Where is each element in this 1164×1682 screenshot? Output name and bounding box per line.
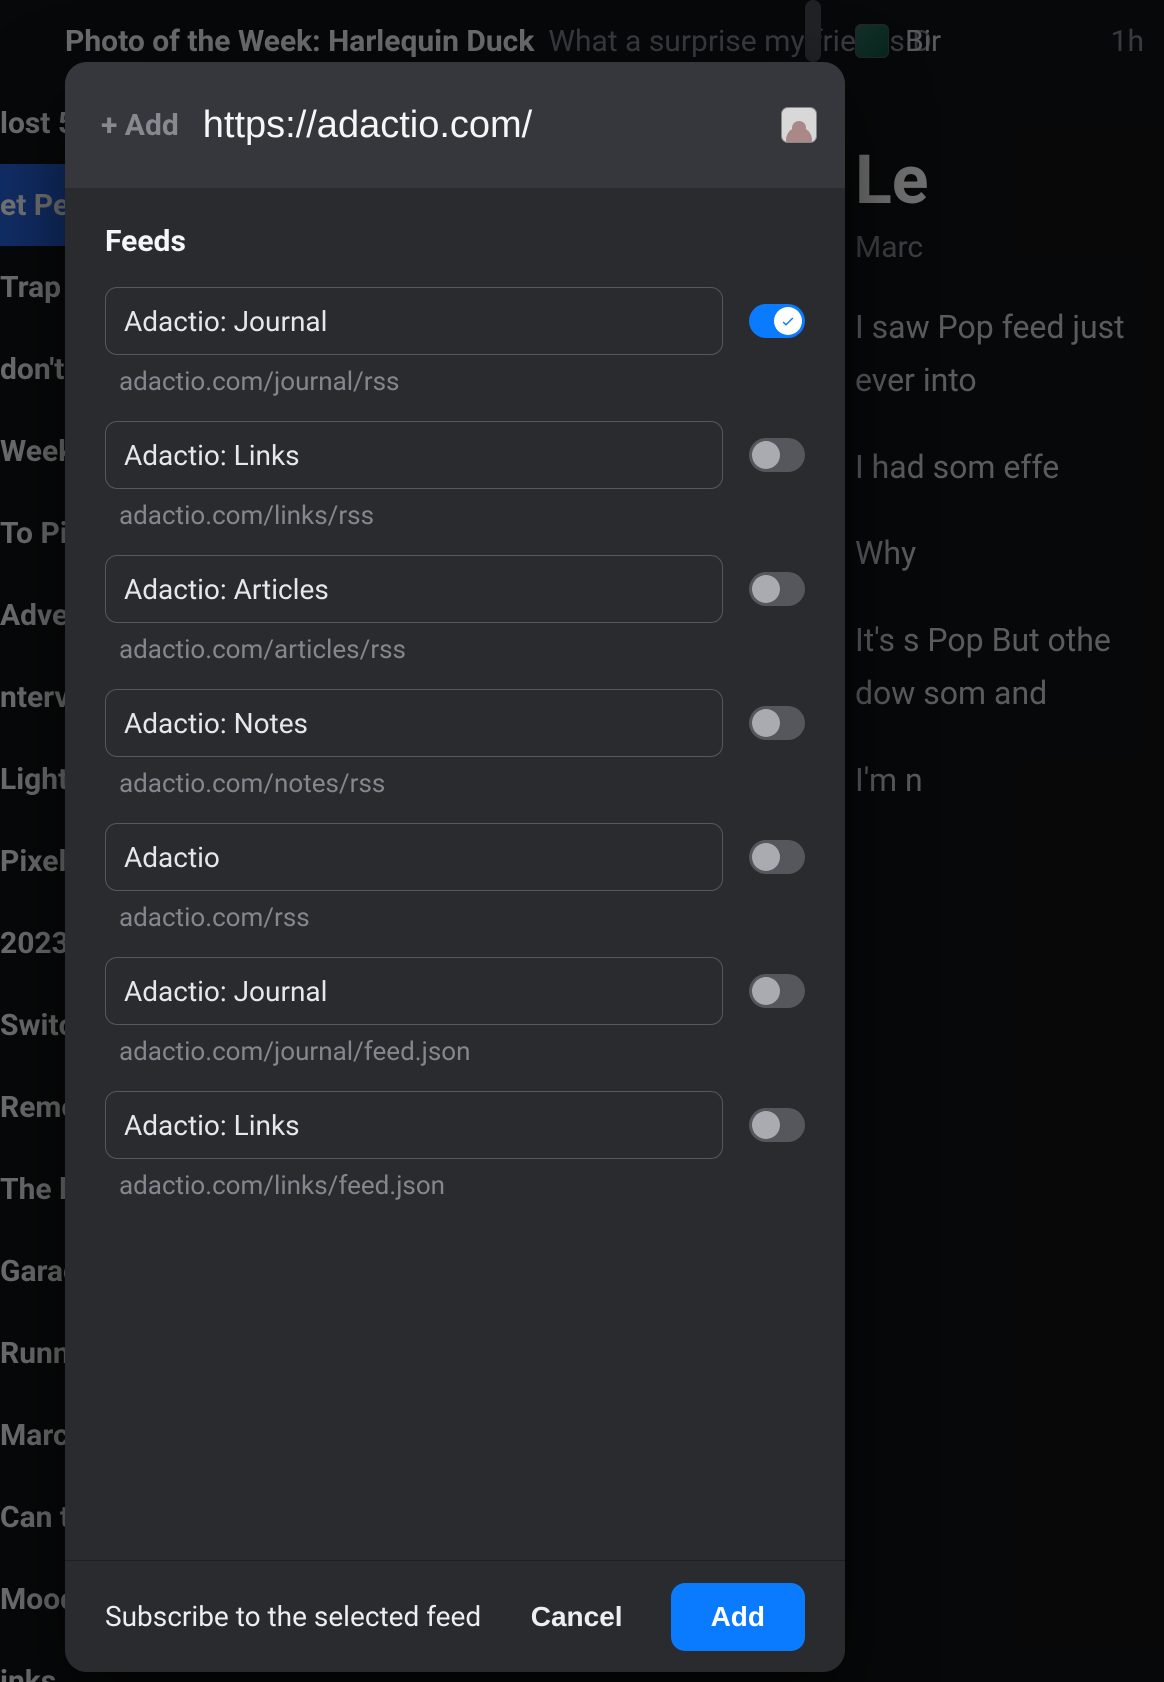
feed-name-box[interactable]: Adactio: Journal [105,287,723,355]
feed-url: adactio.com/rss [105,903,805,933]
feed-url: adactio.com/links/rss [105,501,805,531]
add-feed-modal: + Add Feeds Adactio: Journal adactio.com/… [65,62,845,1672]
feed-toggle[interactable] [749,840,805,874]
add-label: + Add [101,108,179,143]
feed-url: adactio.com/notes/rss [105,769,805,799]
feed-name-box[interactable]: Adactio: Journal [105,957,723,1025]
feed-name-box[interactable]: Adactio [105,823,723,891]
feed-toggle[interactable] [749,974,805,1008]
feed-url-input[interactable] [203,104,757,147]
feed-url: adactio.com/journal/rss [105,367,805,397]
feed-item: Adactio: Notes adactio.com/notes/rss [105,689,805,799]
feed-name-box[interactable]: Adactio: Links [105,421,723,489]
feed-item: Adactio: Journal adactio.com/journal/rss [105,287,805,397]
feed-toggle[interactable] [749,304,805,338]
feed-toggle[interactable] [749,438,805,472]
feed-item: Adactio: Journal adactio.com/journal/feed… [105,957,805,1067]
feeds-section-title: Feeds [105,224,805,259]
feed-name-box[interactable]: Adactio: Links [105,1091,723,1159]
feed-item: Adactio: Links adactio.com/links/rss [105,421,805,531]
modal-footer: Subscribe to the selected feed Cancel Ad… [65,1560,845,1672]
feed-url: adactio.com/links/feed.json [105,1171,805,1201]
cancel-button[interactable]: Cancel [511,1587,643,1647]
feed-name-box[interactable]: Adactio: Articles [105,555,723,623]
site-favicon [781,107,817,143]
feed-toggle[interactable] [749,1108,805,1142]
feed-toggle[interactable] [749,572,805,606]
feed-item: Adactio adactio.com/rss [105,823,805,933]
modal-header: + Add [65,62,845,188]
feed-toggle[interactable] [749,706,805,740]
feed-item: Adactio: Articles adactio.com/articles/rs… [105,555,805,665]
feed-url: adactio.com/journal/feed.json [105,1037,805,1067]
feed-url: adactio.com/articles/rss [105,635,805,665]
feed-item: Adactio: Links adactio.com/links/feed.jso… [105,1091,805,1201]
modal-body: Feeds Adactio: Journal adactio.com/journa… [65,188,845,1560]
check-icon [780,313,796,329]
add-button[interactable]: Add [671,1583,805,1651]
footer-text: Subscribe to the selected feed [105,1600,483,1633]
feed-name-box[interactable]: Adactio: Notes [105,689,723,757]
